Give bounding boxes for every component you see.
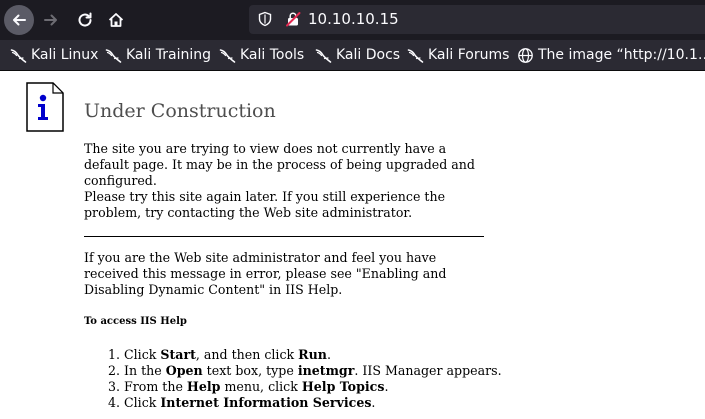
bookmark-label: Kali Linux	[31, 47, 99, 63]
kali-dragon-icon	[105, 48, 122, 63]
kali-dragon-icon	[10, 48, 27, 63]
list-item: 3. From the Help menu, click Help Topics…	[108, 379, 548, 395]
step-text: From the Help menu, click Help Topics.	[124, 379, 389, 394]
step-number: 4.	[108, 395, 121, 410]
step-number: 3.	[108, 379, 121, 394]
browser-toolbar: 10.10.10.15	[0, 0, 705, 40]
reload-button[interactable]	[70, 5, 100, 35]
bookmark-label: Kali Tools	[240, 47, 305, 63]
arrow-left-icon	[13, 14, 26, 26]
kali-dragon-icon	[407, 48, 424, 63]
bookmarks-toolbar: Kali Linux Kali Training Kali Tools Kali…	[0, 40, 705, 71]
kali-dragon-icon	[315, 48, 332, 63]
page-content: Under Construction The site you are tryi…	[0, 72, 705, 419]
bookmark-kali-forums[interactable]: Kali Forums	[407, 46, 509, 64]
home-icon	[108, 13, 124, 27]
intro-paragraph: The site you are trying to view does not…	[84, 141, 475, 188]
help-heading: To access IIS Help	[84, 316, 187, 327]
admin-paragraph: If you are the Web site administrator an…	[84, 250, 447, 297]
arrow-right-icon	[44, 14, 57, 26]
url-bar[interactable]: 10.10.10.15	[249, 5, 705, 34]
step-text: In the Open text box, type inetmgr. IIS …	[124, 363, 502, 378]
page-title: Under Construction	[84, 100, 276, 122]
divider	[84, 236, 484, 237]
help-steps-list: 1. Click Start, and then click Run. 2. I…	[108, 347, 548, 411]
shield-icon[interactable]	[257, 11, 273, 27]
bookmark-kali-linux[interactable]: Kali Linux	[10, 46, 98, 64]
bookmark-kali-training[interactable]: Kali Training	[105, 46, 211, 64]
step-text: Click Start, and then click Run.	[124, 347, 331, 362]
bookmark-label: The image “http://10.1…	[538, 47, 705, 63]
step-text: Click Internet Information Services.	[124, 395, 376, 410]
bookmark-kali-tools[interactable]: Kali Tools	[219, 46, 304, 64]
bookmark-label: Kali Docs	[336, 47, 401, 63]
step-number: 1.	[108, 347, 121, 362]
url-text[interactable]: 10.10.10.15	[308, 10, 399, 28]
bookmark-image-link[interactable]: The image “http://10.1…	[517, 46, 705, 64]
home-button[interactable]	[101, 5, 131, 35]
globe-icon	[518, 47, 533, 63]
forward-button[interactable]	[36, 5, 66, 35]
back-button[interactable]	[4, 5, 34, 35]
insecure-lock-icon[interactable]	[285, 11, 301, 27]
kali-dragon-icon	[219, 48, 236, 63]
list-item: 4. Click Internet Information Services.	[108, 395, 548, 411]
bookmark-kali-docs[interactable]: Kali Docs	[315, 46, 400, 64]
info-document-icon	[26, 82, 64, 132]
list-item: 2. In the Open text box, type inetmgr. I…	[108, 363, 548, 379]
reload-icon	[78, 12, 92, 27]
list-item: 1. Click Start, and then click Run.	[108, 347, 548, 363]
retry-paragraph: Please try this site again later. If you…	[84, 189, 446, 220]
step-number: 2.	[108, 363, 121, 378]
bookmark-label: Kali Forums	[428, 47, 510, 63]
bookmark-label: Kali Training	[126, 47, 211, 63]
